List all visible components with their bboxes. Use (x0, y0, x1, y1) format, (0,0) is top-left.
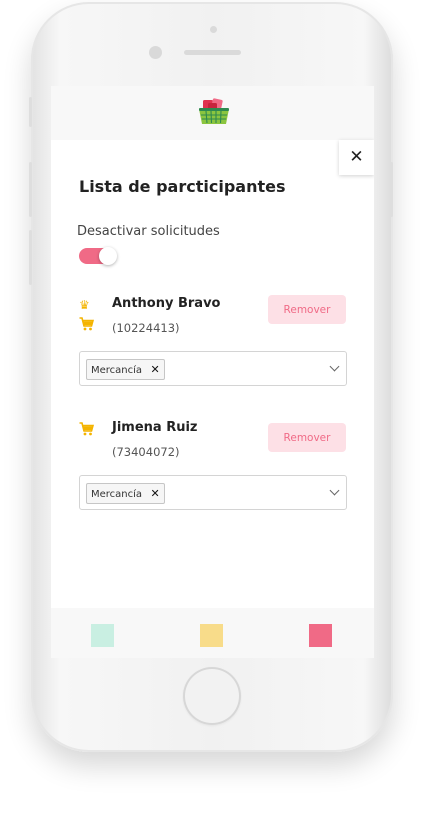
tag-chip: Mercancía ✕ (86, 483, 166, 504)
modal-title: Lista de parcticipantes (79, 177, 286, 196)
basket-icon (199, 98, 229, 124)
tag-label: Mercancía (91, 365, 143, 376)
close-icon: ✕ (349, 147, 364, 167)
front-camera (149, 46, 162, 59)
remove-tag-icon[interactable]: ✕ (146, 484, 164, 503)
mute-switch (29, 97, 32, 127)
toggle-knob (99, 247, 117, 265)
remove-participant-button[interactable]: Remover (268, 423, 346, 452)
power-button (390, 162, 393, 217)
tag-chip: Mercancía ✕ (86, 359, 166, 380)
remove-tag-icon[interactable]: ✕ (146, 360, 164, 379)
home-button[interactable] (183, 667, 241, 725)
toggle-label: Desactivar solicitudes (77, 224, 220, 239)
remove-participant-button[interactable]: Remover (268, 295, 346, 324)
earpiece-speaker (184, 50, 241, 55)
category-select[interactable]: Mercancía ✕ (79, 475, 347, 510)
participant-name: Jimena Ruiz (112, 420, 198, 435)
participant-id: (73404072) (112, 445, 180, 459)
cart-icon (79, 422, 94, 436)
front-sensor (210, 26, 217, 33)
nav-item-green[interactable] (91, 624, 114, 647)
category-select[interactable]: Mercancía ✕ (79, 351, 347, 386)
participant-name: Anthony Bravo (112, 296, 221, 311)
disable-requests-toggle[interactable] (79, 247, 117, 265)
volume-up-button (29, 162, 32, 217)
cart-icon (79, 317, 94, 331)
nav-item-pink[interactable] (309, 624, 332, 647)
chevron-down-icon (329, 361, 340, 372)
participant-id: (10224413) (112, 321, 180, 335)
crown-icon: ♛ (79, 298, 90, 312)
nav-item-yellow[interactable] (200, 624, 223, 647)
tag-label: Mercancía (91, 489, 143, 500)
chevron-down-icon (329, 485, 340, 496)
app-screen: ✕ Lista de parcticipantes Desactivar sol… (51, 86, 374, 658)
close-button[interactable]: ✕ (339, 140, 374, 175)
volume-down-button (29, 230, 32, 285)
